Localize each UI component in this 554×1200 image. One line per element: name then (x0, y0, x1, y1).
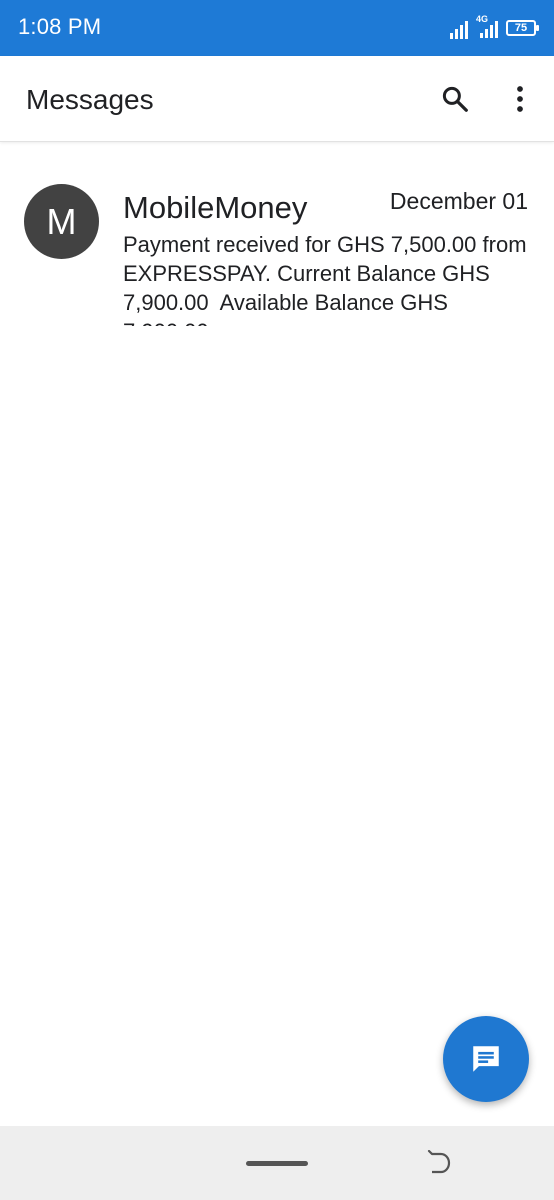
navigation-bar (0, 1126, 554, 1200)
status-icons: 4G 75 (450, 14, 539, 42)
page-title: Messages (26, 84, 154, 115)
more-options-button[interactable] (497, 76, 543, 122)
home-pill-icon[interactable] (246, 1161, 308, 1166)
conversation-date: December 01 (389, 188, 528, 214)
start-chat-button[interactable] (443, 1016, 529, 1102)
avatar[interactable]: M (24, 184, 99, 259)
battery-level: 75 (514, 22, 528, 34)
back-gesture-icon[interactable] (426, 1150, 452, 1176)
conversation-name: MobileMoney (123, 190, 308, 225)
conversation-item[interactable]: M MobileMoney December 01 Payment receiv… (0, 168, 554, 328)
message-icon (473, 1046, 499, 1072)
search-icon (442, 86, 468, 112)
status-time: 1:08 PM (18, 14, 102, 39)
battery-icon: 75 (506, 20, 539, 36)
status-bar: 1:08 PM 4G 75 (0, 0, 554, 56)
signal-icon (450, 17, 468, 39)
conversation-snippet: Payment received for GHS 7,500.00 from E… (123, 232, 527, 326)
more-vert-icon (517, 86, 523, 112)
network-signal-icon: 4G (476, 14, 498, 39)
search-button[interactable] (432, 76, 478, 122)
app-bar: Messages (0, 56, 554, 142)
